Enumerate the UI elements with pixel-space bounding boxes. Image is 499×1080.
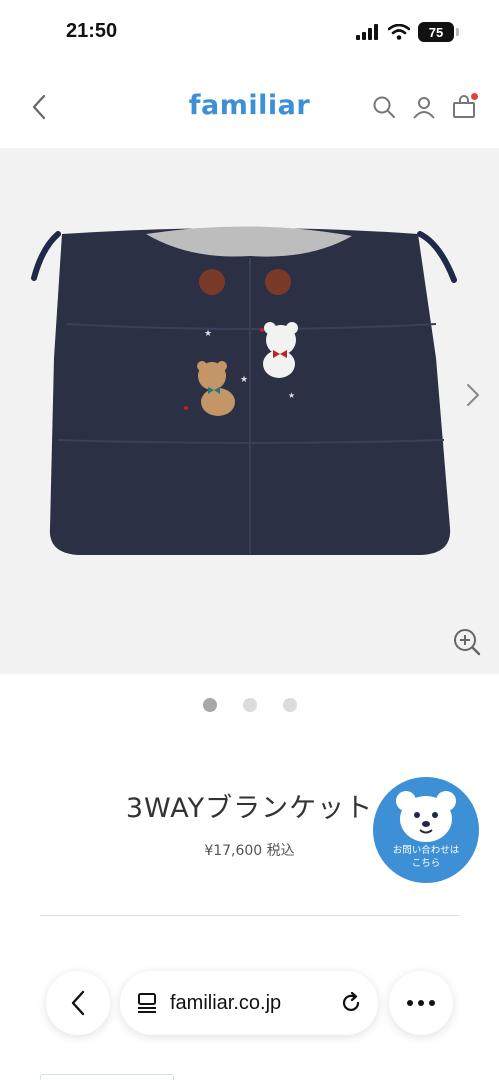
divider (40, 915, 459, 916)
gallery-next-button[interactable] (461, 380, 485, 410)
gallery-pagination (0, 698, 499, 712)
chevron-left-icon (71, 990, 85, 1016)
status-icons: 75 (356, 22, 459, 42)
pagination-dot-2[interactable] (242, 698, 257, 712)
cart-button[interactable] (451, 93, 478, 120)
tax-label: 税込 (266, 843, 295, 859)
content-peek (40, 1074, 174, 1080)
status-time: 21:50 (66, 20, 118, 42)
svg-text:★: ★ (240, 375, 248, 385)
pagination-dot-1[interactable] (202, 698, 217, 712)
search-icon (373, 96, 395, 118)
svg-text:★: ★ (204, 329, 212, 339)
svg-text:★: ★ (288, 391, 295, 400)
contact-label-line2: こちら (411, 858, 441, 869)
back-button[interactable] (24, 92, 54, 122)
browser-back-button[interactable] (46, 971, 110, 1035)
cart-badge (471, 93, 478, 100)
bear-face-icon (396, 791, 456, 842)
reload-icon[interactable] (340, 992, 362, 1014)
address-bar[interactable]: familiar.co.jp (120, 971, 378, 1035)
browser-more-button[interactable] (389, 971, 453, 1035)
contact-label-line1: お問い合わせは (392, 845, 460, 856)
product-gallery[interactable]: ★ ★ ★ (0, 148, 499, 674)
pagination-dot-3[interactable] (282, 698, 297, 712)
app-header: familiar (0, 66, 499, 148)
chevron-right-icon (467, 384, 479, 406)
url-text: familiar.co.jp (170, 991, 282, 1014)
contact-label: お問い合わせは こちら (393, 844, 460, 870)
search-button[interactable] (371, 94, 397, 120)
contact-button[interactable]: お問い合わせは こちら (373, 777, 479, 883)
page-menu-icon (138, 993, 156, 1013)
battery-tip (456, 28, 459, 36)
signal-icon (356, 24, 378, 40)
zoom-in-icon (454, 629, 481, 656)
zoom-button[interactable] (451, 626, 483, 658)
browser-toolbar: familiar.co.jp (0, 966, 499, 1080)
account-button[interactable] (411, 94, 437, 120)
header-actions (371, 93, 478, 120)
status-bar: 21:50 75 (0, 0, 499, 66)
battery-icon: 75 (418, 22, 454, 42)
price-value: ¥17,600 (204, 843, 263, 859)
user-icon (413, 97, 435, 119)
wifi-icon (388, 24, 410, 40)
chevron-left-icon (32, 94, 46, 120)
product-image: ★ ★ ★ (31, 226, 457, 555)
more-horizontal-icon (407, 1000, 435, 1006)
